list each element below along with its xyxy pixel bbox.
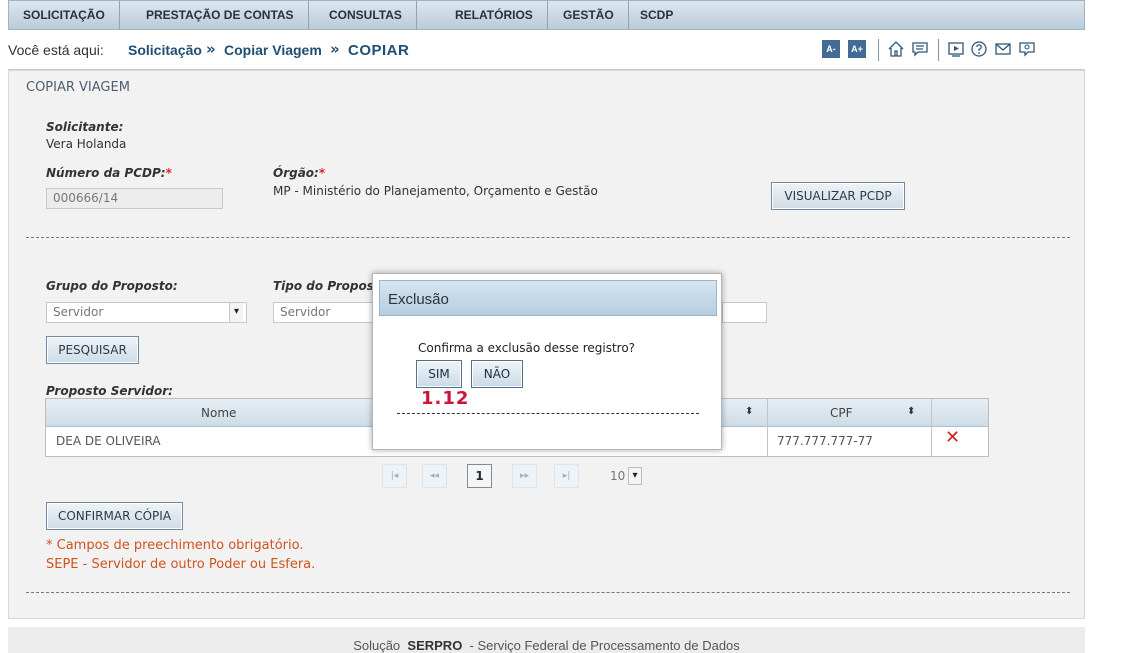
page-first-button[interactable]: |◂ (382, 464, 407, 488)
app-window: SOLICITAÇÃO PRESTAÇÃO DE CONTAS CONSULTA… (0, 0, 1131, 653)
breadcrumb-separator-icon: » (330, 40, 340, 58)
page-size-select[interactable]: 10 ▾ (604, 467, 642, 487)
pcdp-field[interactable]: 000666/14 (46, 188, 223, 209)
main-menu: SOLICITAÇÃO PRESTAÇÃO DE CONTAS CONSULTA… (8, 0, 1085, 31)
solicitante-value: Vera Holanda (46, 137, 127, 151)
menu-consultas[interactable]: CONSULTAS (315, 1, 417, 31)
mail-icon[interactable] (994, 40, 1012, 58)
divider (26, 592, 1070, 593)
breadcrumb-current: COPIAR (348, 42, 410, 59)
footer-prefix: Solução (353, 638, 401, 653)
dialog-message: Confirma a exclusão desse registro? (418, 341, 636, 355)
menu-relatorios[interactable]: RELATÓRIOS (441, 1, 548, 31)
solicitante-label: Solicitante: (46, 120, 124, 134)
page-title: COPIAR VIAGEM (26, 80, 130, 95)
page-last-button[interactable]: ▸| (554, 464, 579, 488)
chat-icon[interactable] (911, 40, 929, 58)
footer-suffix: - Serviço Federal de Processamento de Da… (469, 638, 740, 653)
menu-gestao[interactable]: GESTÃO (549, 1, 629, 31)
dialog-header: Exclusão (379, 280, 717, 316)
dialog-title: Exclusão (388, 291, 449, 308)
confirmar-copia-button[interactable]: CONFIRMAR CÓPIA (46, 502, 183, 530)
delete-confirm-dialog: Exclusão Confirma a exclusão desse regis… (372, 273, 722, 450)
divider (26, 237, 1070, 238)
home-icon[interactable] (887, 40, 905, 58)
table-row[interactable]: DEA DE OLIVEIRA (56, 427, 356, 456)
yes-button[interactable]: SIM (416, 360, 462, 388)
chevron-down-icon: ▾ (229, 303, 243, 322)
annotation-label: 1.12 (421, 388, 470, 409)
footer: Solução SERPRO - Serviço Federal de Proc… (8, 627, 1085, 653)
font-increase-icon[interactable]: A+ (848, 40, 866, 58)
feedback-icon[interactable] (1018, 40, 1036, 58)
sort-icon[interactable]: ⬍ (907, 406, 915, 417)
no-button[interactable]: NÃO (471, 360, 523, 388)
sepe-note: SEPE - Servidor de outro Poder ou Esfera… (46, 557, 316, 572)
orgao-value: MP - Ministério do Planejamento, Orçamen… (273, 184, 598, 198)
visualizar-pcdp-button[interactable]: VISUALIZAR PCDP (771, 182, 905, 210)
breadcrumb-solicitacao[interactable]: Solicitação (128, 42, 202, 58)
grupo-label: Grupo do Proposto: (46, 279, 178, 293)
breadcrumb-separator-icon: » (206, 40, 216, 58)
tipo-select[interactable]: Servidor (273, 302, 373, 323)
breadcrumb-label: Você está aqui: (8, 42, 104, 58)
orgao-label: Órgão:* (273, 166, 326, 180)
page-size-value: 10 (610, 469, 626, 483)
grupo-select-value: Servidor (53, 305, 104, 319)
sort-icon[interactable]: ⬍ (745, 406, 753, 417)
proposto-label: Proposto Servidor: (46, 384, 173, 398)
search-field[interactable] (722, 302, 767, 323)
footer-brand: SERPRO (407, 638, 463, 653)
chevron-down-icon: ▾ (628, 467, 642, 485)
column-header-cpf[interactable]: CPF (830, 399, 853, 427)
required-note: * Campos de preechimento obrigatório. (46, 538, 304, 553)
grupo-select[interactable]: Servidor ▾ (46, 302, 247, 323)
page-prev-button[interactable]: ◂◂ (422, 464, 447, 488)
video-icon[interactable] (947, 40, 965, 58)
column-header-nome[interactable]: Nome (201, 399, 236, 427)
dialog-divider (397, 413, 699, 414)
tipo-label: Tipo do Propos (273, 279, 374, 293)
font-decrease-icon[interactable]: A- (822, 40, 840, 58)
cell-cpf: 777.777.777-77 (777, 434, 873, 448)
breadcrumb-copiar-viagem[interactable]: Copiar Viagem (224, 42, 322, 58)
pesquisar-button[interactable]: PESQUISAR (46, 336, 139, 364)
menu-prestacao-contas[interactable]: PRESTAÇÃO DE CONTAS (132, 1, 309, 31)
cell-nome: DEA DE OLIVEIRA (56, 434, 161, 448)
pcdp-label: Número da PCDP:* (46, 166, 172, 180)
page-next-button[interactable]: ▸▸ (512, 464, 537, 488)
breadcrumb-bar: Você está aqui: Solicitação » Copiar Via… (8, 30, 1085, 70)
help-icon[interactable] (970, 40, 988, 58)
page-current-button[interactable]: 1 (467, 464, 492, 488)
delete-icon[interactable]: ✕ (945, 427, 960, 448)
menu-scdp[interactable]: SCDP (626, 1, 687, 31)
menu-solicitacao[interactable]: SOLICITAÇÃO (9, 1, 120, 31)
